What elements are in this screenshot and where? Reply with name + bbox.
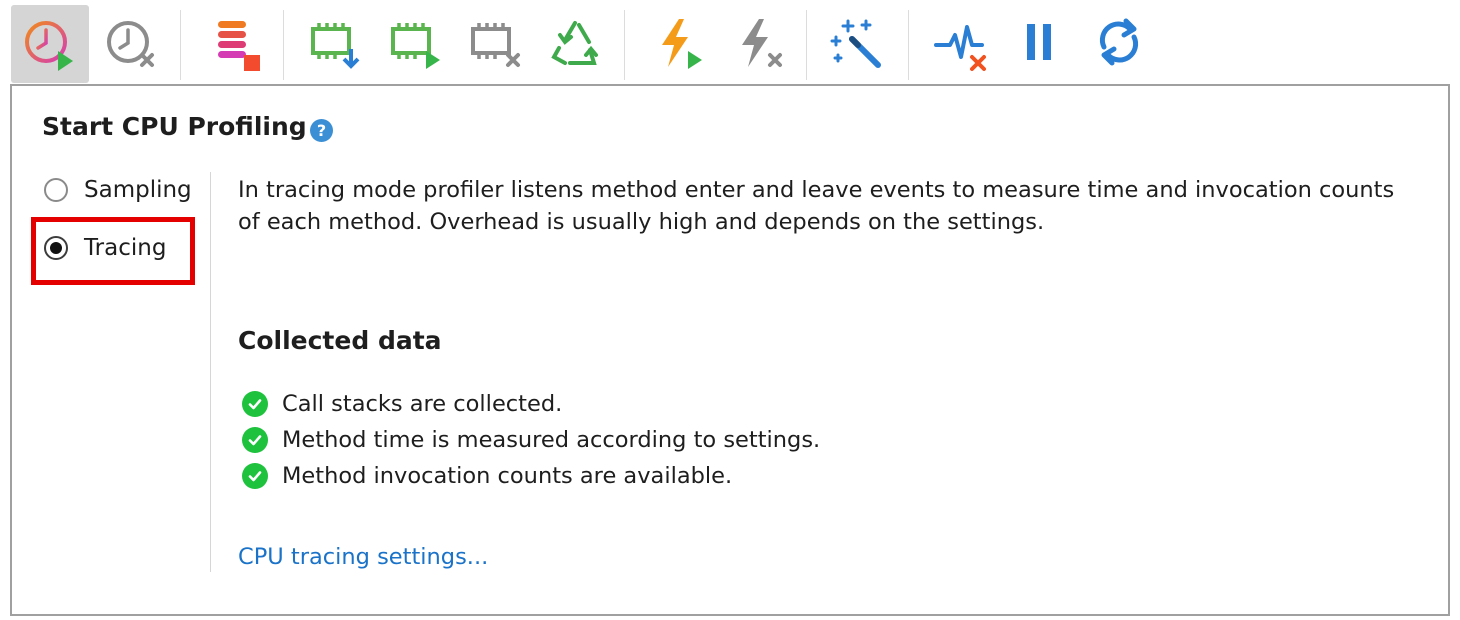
start-events-recording-icon [662, 19, 702, 69]
start-object-allocation-recording-icon [218, 21, 260, 71]
start-cpu-profiling-panel: Start CPU Profiling ? Sampling Tracing I… [10, 84, 1450, 616]
toolbar-separator [180, 10, 181, 80]
pause-button[interactable] [1000, 5, 1078, 83]
collected-data-title: Collected data [238, 326, 442, 355]
toolbar-separator [624, 10, 625, 80]
stop-memory-recording-icon [471, 23, 520, 67]
refresh-button[interactable] [1080, 5, 1158, 83]
start-object-allocation-recording-button[interactable] [196, 5, 274, 83]
collected-item: Call stacks are collected. [242, 389, 562, 419]
start-cpu-profiling-button[interactable] [11, 5, 89, 83]
collected-item: Method time is measured according to set… [242, 425, 820, 455]
radio-label-sampling: Sampling [84, 177, 192, 203]
cpu-tracing-settings-link[interactable]: CPU tracing settings... [238, 544, 488, 570]
start-cpu-profiling-icon [25, 21, 73, 71]
toolbar [0, 0, 1460, 86]
stop-events-recording-button[interactable] [720, 5, 798, 83]
mode-description: In tracing mode profiler listens method … [238, 177, 1395, 235]
stop-events-recording-icon [742, 19, 782, 67]
capture-memory-snapshot-icon [311, 23, 360, 69]
start-memory-recording-icon [391, 23, 440, 69]
radio-sampling[interactable]: Sampling [44, 174, 192, 206]
clear-telemetry-icon [934, 25, 986, 71]
help-icon[interactable]: ? [310, 119, 333, 142]
vertical-divider [210, 172, 211, 572]
capture-memory-snapshot-button[interactable] [296, 5, 374, 83]
stop-memory-recording-button[interactable] [456, 5, 534, 83]
toolbar-separator [908, 10, 909, 80]
collected-item: Method invocation counts are available. [242, 461, 732, 491]
refresh-icon [1099, 18, 1139, 66]
start-memory-recording-button[interactable] [376, 5, 454, 83]
toolbar-separator [283, 10, 284, 80]
collected-item-text: Method invocation counts are available. [282, 463, 733, 489]
pause-icon [1027, 24, 1051, 60]
stop-cpu-profiling-button[interactable] [91, 5, 169, 83]
toolbar-separator [806, 10, 807, 80]
stop-cpu-profiling-icon [107, 21, 154, 67]
force-garbage-collection-button[interactable] [536, 5, 614, 83]
force-garbage-collection-icon [551, 21, 598, 65]
trigger-wizard-button[interactable] [818, 5, 896, 83]
clear-telemetry-button[interactable] [922, 5, 1000, 83]
check-icon [242, 463, 268, 489]
collected-item-text: Method time is measured according to set… [282, 427, 821, 453]
radio-button-unchecked[interactable] [44, 178, 68, 202]
check-icon [242, 427, 268, 453]
start-events-recording-button[interactable] [640, 5, 718, 83]
tracing-highlight-box [31, 217, 195, 285]
page-title: Start CPU Profiling [42, 112, 307, 141]
trigger-wizard-icon [830, 19, 881, 68]
collected-item-text: Call stacks are collected. [282, 391, 563, 417]
check-icon [242, 391, 268, 417]
